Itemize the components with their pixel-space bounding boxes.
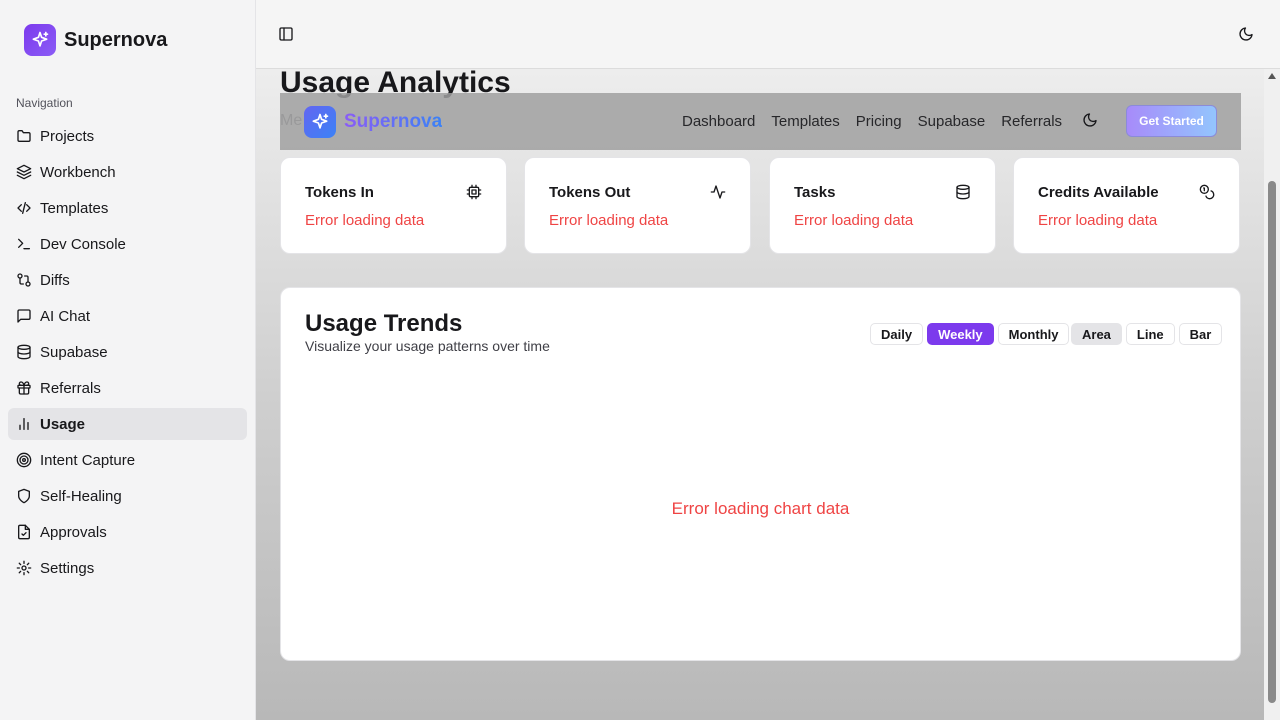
sidebar-item-label: Approvals (40, 523, 107, 541)
sidebar-item-ai-chat[interactable]: AI Chat (8, 300, 247, 332)
stat-card-title: Tokens In (305, 184, 374, 201)
site-nav-links: Dashboard Templates Pricing Supabase Ref… (682, 93, 1062, 150)
brand-name: Supernova (64, 28, 168, 51)
chart-type-bar-button[interactable]: Bar (1178, 323, 1223, 345)
scrollbar-thumb[interactable] (1268, 181, 1276, 703)
usage-trends-title: Usage Trends (305, 310, 463, 337)
topbar (256, 0, 1280, 69)
get-started-button[interactable]: Get Started (1126, 105, 1217, 137)
sidebar-item-usage[interactable]: Usage (8, 408, 247, 440)
site-brand[interactable]: Supernova (304, 105, 443, 138)
message-square-icon (17, 309, 31, 323)
scrollbar[interactable] (1264, 69, 1280, 720)
file-check-icon (18, 524, 30, 540)
panel-left-icon (279, 27, 293, 41)
moon-icon (1239, 27, 1253, 41)
usage-trends-card: Usage Trends Visualize your usage patter… (280, 287, 1241, 661)
terminal-icon (18, 238, 30, 250)
sidebar-item-self-healing[interactable]: Self-Healing (8, 480, 247, 512)
stat-card-error: Error loading data (305, 212, 425, 229)
stat-card-tasks: Tasks Error loading data (769, 157, 996, 254)
sparkles-icon (24, 24, 56, 56)
scroll-up-arrow-icon[interactable] (1268, 73, 1276, 79)
sidebar-item-label: AI Chat (40, 307, 91, 325)
chart-type-area-button[interactable]: Area (1071, 323, 1122, 345)
stat-card-error: Error loading data (549, 212, 669, 229)
site-theme-toggle[interactable] (1082, 112, 1102, 132)
shield-icon (18, 488, 30, 504)
stats-row: Tokens In Error loading data Tokens Out … (280, 157, 1241, 254)
brand[interactable]: Supernova (24, 24, 167, 56)
bar-chart-icon (19, 418, 29, 430)
sidebar-item-label: Self-Healing (40, 487, 122, 505)
stat-card-error: Error loading data (1038, 212, 1158, 229)
target-icon (16, 452, 32, 468)
gift-icon (17, 381, 31, 395)
chart-error-message: Error loading chart data (671, 499, 850, 518)
sidebar-item-label: Referrals (40, 379, 101, 397)
sidebar-item-workbench[interactable]: Workbench (8, 156, 247, 188)
stat-card-error: Error loading data (794, 212, 914, 229)
sidebar-item-templates[interactable]: Templates (8, 192, 247, 224)
nav-heading: Navigation (16, 96, 73, 110)
sidebar-item-label: Settings (40, 559, 95, 577)
stat-card-tokens-out: Tokens Out Error loading data (524, 157, 751, 254)
activity-icon (710, 185, 726, 199)
sidebar-item-label: Supabase (40, 343, 108, 361)
sidebar-item-label: Templates (40, 199, 109, 217)
sidebar-toggle-button[interactable] (274, 22, 298, 46)
range-weekly-button[interactable]: Weekly (927, 323, 994, 345)
main-content: Usage Analytics Me Supernova Dashboard T… (256, 0, 1280, 720)
stat-card-tokens-in: Tokens In Error loading data (280, 157, 507, 254)
site-navbar: Supernova Dashboard Templates Pricing Su… (280, 93, 1241, 150)
sidebar-item-projects[interactable]: Projects (8, 120, 247, 152)
site-nav-link-templates[interactable]: Templates (771, 113, 839, 130)
sidebar-item-label: Workbench (40, 163, 116, 181)
stat-card-title: Tokens Out (549, 184, 631, 201)
chart-type-toggle-group: Area Line Bar (1071, 323, 1223, 345)
moon-icon (1083, 113, 1097, 127)
sparkles-icon (304, 105, 336, 138)
theme-toggle-button[interactable] (1234, 22, 1258, 46)
stat-card-title: Tasks (794, 184, 836, 201)
sidebar-item-label: Projects (40, 127, 95, 145)
sidebar-item-dev-console[interactable]: Dev Console (8, 228, 247, 260)
range-toggle-group: Daily Weekly Monthly (870, 323, 1070, 345)
database-icon (956, 184, 970, 200)
site-brand-name: Supernova (344, 110, 443, 132)
range-monthly-button[interactable]: Monthly (997, 323, 1070, 345)
sidebar-item-diffs[interactable]: Diffs (8, 264, 247, 296)
sidebar: Supernova Navigation Projects Workbench … (0, 0, 256, 720)
sidebar-item-approvals[interactable]: Approvals (8, 516, 247, 548)
sidebar-item-label: Diffs (40, 271, 70, 289)
code-icon (17, 202, 31, 214)
git-compare-icon (17, 273, 31, 287)
coins-icon (1199, 184, 1215, 200)
chart-type-line-button[interactable]: Line (1125, 323, 1175, 345)
sidebar-item-intent-capture[interactable]: Intent Capture (8, 444, 247, 476)
sidebar-item-label: Intent Capture (40, 451, 136, 469)
site-nav-link-supabase[interactable]: Supabase (918, 113, 986, 130)
sidebar-item-label: Usage (40, 415, 86, 433)
cpu-icon (466, 184, 482, 200)
sidebar-item-referrals[interactable]: Referrals (8, 372, 247, 404)
sidebar-item-label: Dev Console (40, 235, 126, 253)
sidebar-item-settings[interactable]: Settings (8, 552, 247, 584)
usage-trends-subtitle: Visualize your usage patterns over time (305, 338, 550, 354)
site-nav-link-dashboard[interactable]: Dashboard (682, 113, 755, 130)
site-nav-link-referrals[interactable]: Referrals (1001, 113, 1062, 130)
stat-card-title: Credits Available (1038, 184, 1159, 201)
folder-icon (17, 130, 31, 142)
stat-card-credits-available: Credits Available Error loading data (1013, 157, 1240, 254)
sidebar-item-supabase[interactable]: Supabase (8, 336, 247, 368)
layers-icon (16, 164, 32, 180)
nav-list: Projects Workbench Templates Dev Console… (8, 120, 247, 588)
range-daily-button[interactable]: Daily (870, 323, 924, 345)
site-nav-link-pricing[interactable]: Pricing (856, 113, 902, 130)
gear-icon (16, 560, 32, 576)
database-icon (17, 344, 31, 360)
